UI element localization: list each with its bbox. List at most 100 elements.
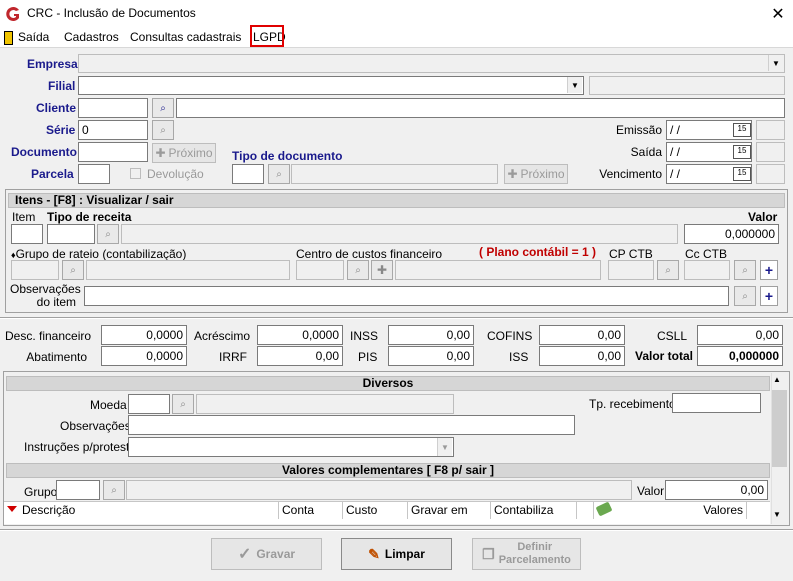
tipo-documento-input[interactable] — [232, 164, 264, 184]
limpar-label: Limpar — [384, 547, 425, 561]
desc-financeiro-label: Desc. financeiro — [5, 329, 92, 343]
menu-consultas-cadastrais[interactable]: Consultas cadastrais — [130, 30, 241, 44]
grid-col-descricao[interactable]: Descrição — [19, 502, 279, 519]
cp-ctb-input[interactable] — [608, 260, 654, 280]
grupo-rateio-search-button[interactable]: ⌕ — [62, 260, 84, 280]
instrucoes-protesto-select[interactable] — [128, 437, 454, 457]
moeda-input[interactable] — [128, 394, 170, 414]
proximo-button[interactable]: ✚ Próximo — [152, 143, 216, 163]
emissao-extra — [756, 120, 785, 140]
centro-custos-input[interactable] — [296, 260, 344, 280]
empresa-select[interactable] — [78, 54, 785, 73]
cliente-input[interactable] — [78, 98, 148, 118]
pis-input[interactable]: 0,00 — [388, 346, 474, 366]
observacoes-item-input[interactable] — [84, 286, 729, 306]
valor-total-input: 0,000000 — [697, 346, 783, 366]
exit-door-icon — [4, 31, 13, 45]
diversos-header: Diversos — [6, 376, 770, 391]
grid-col-blank[interactable] — [577, 502, 594, 519]
grupo-input[interactable] — [56, 480, 100, 500]
binoculars-icon: ⌕ — [111, 484, 117, 496]
grid-col-gravar-em[interactable]: Gravar em — [408, 502, 491, 519]
cc-ctb-input[interactable] — [684, 260, 730, 280]
binoculars-icon: ⌕ — [160, 124, 166, 136]
cliente-search-button[interactable]: ⌕ — [152, 98, 174, 118]
proximo-label: Próximo — [168, 146, 213, 160]
moeda-description — [196, 394, 454, 414]
saida-extra — [756, 142, 785, 162]
window-title: CRC - Inclusão de Documentos — [27, 6, 196, 20]
separator — [0, 317, 793, 319]
vencimento-extra — [756, 164, 785, 184]
cofins-input[interactable]: 0,00 — [539, 325, 625, 345]
csll-label: CSLL — [657, 329, 688, 343]
observacoes-input[interactable] — [128, 415, 575, 435]
proximo-tipo-button[interactable]: ✚ Próximo — [504, 164, 568, 184]
abatimento-label: Abatimento — [26, 350, 87, 364]
valor-complementar-input[interactable]: 0,00 — [665, 480, 768, 500]
limpar-button[interactable]: ✎ Limpar — [341, 538, 452, 570]
calendar-icon[interactable]: 15 — [733, 145, 751, 159]
chevron-down-icon[interactable]: ▼ — [768, 55, 783, 71]
scroll-up-icon[interactable]: ▲ — [773, 375, 781, 384]
csll-input[interactable]: 0,00 — [697, 325, 783, 345]
grupo-search-button[interactable]: ⌕ — [103, 480, 125, 500]
lgpd-highlight — [250, 25, 284, 47]
grid-col-contabiliza[interactable]: Contabiliza — [491, 502, 577, 519]
definir-parcelamento-button[interactable]: ❐ Definir Parcelamento — [472, 538, 581, 570]
irrf-input[interactable]: 0,00 — [257, 346, 343, 366]
gravar-button[interactable]: ✓ Gravar — [211, 538, 322, 570]
binoculars-icon: ⌕ — [742, 290, 748, 302]
item-input[interactable] — [11, 224, 43, 244]
plus-icon: ✚ — [507, 167, 518, 181]
parcela-input[interactable] — [78, 164, 110, 184]
cliente-name — [176, 98, 785, 118]
cc-ctb-add-icon[interactable]: + — [760, 260, 778, 280]
inss-input[interactable]: 0,00 — [388, 325, 474, 345]
grid-col-conta[interactable]: Conta — [279, 502, 343, 519]
moeda-search-button[interactable]: ⌕ — [172, 394, 194, 414]
observacoes-add-icon[interactable]: + — [760, 286, 778, 306]
tipo-documento-search-button[interactable]: ⌕ — [268, 164, 290, 184]
centro-custos-add-button[interactable]: ✚ — [371, 260, 393, 280]
scrollbar-thumb[interactable] — [772, 390, 787, 467]
grid-col-custo[interactable]: Custo — [343, 502, 408, 519]
tipo-receita-label: Tipo de receita — [47, 210, 132, 224]
documento-input[interactable] — [78, 142, 148, 162]
valor-input[interactable]: 0,000000 — [684, 224, 779, 244]
calendar-icon[interactable]: 15 — [733, 123, 751, 137]
binoculars-icon: ⌕ — [70, 264, 76, 276]
binoculars-icon: ⌕ — [742, 264, 748, 276]
tipo-receita-search-button[interactable]: ⌕ — [97, 224, 119, 244]
calendar-icon[interactable]: 15 — [733, 167, 751, 181]
abatimento-input[interactable]: 0,0000 — [101, 346, 187, 366]
menu-cadastros[interactable]: Cadastros — [64, 30, 119, 44]
close-icon[interactable]: ✕ — [768, 4, 788, 24]
serie-input[interactable]: 0 — [78, 120, 148, 140]
binoculars-icon: ⌕ — [160, 102, 166, 114]
emissao-label: Emissão — [615, 123, 662, 137]
itens-header: Itens - [F8] : Visualizar / sair — [8, 193, 785, 208]
scroll-down-icon[interactable]: ▼ — [773, 510, 781, 519]
observacoes-search-button[interactable]: ⌕ — [734, 286, 756, 306]
serie-search-button[interactable]: ⌕ — [152, 120, 174, 140]
centro-custos-search-button[interactable]: ⌕ — [347, 260, 369, 280]
checkmark-icon: ✓ — [237, 546, 252, 563]
tp-recebimento-input[interactable] — [672, 393, 761, 413]
eraser-icon: ✎ — [368, 545, 380, 562]
tipo-receita-input[interactable] — [47, 224, 95, 244]
chevron-down-icon[interactable]: ▼ — [437, 438, 452, 456]
chevron-down-icon[interactable]: ▼ — [567, 77, 582, 93]
binoculars-icon: ⌕ — [665, 264, 671, 276]
binoculars-icon: ⌕ — [276, 168, 282, 180]
iss-input[interactable]: 0,00 — [539, 346, 625, 366]
menu-saida[interactable]: Saída — [18, 30, 49, 44]
desc-financeiro-input[interactable]: 0,0000 — [101, 325, 187, 345]
filial-select[interactable] — [78, 76, 584, 95]
acrescimo-input[interactable]: 0,0000 — [257, 325, 343, 345]
devolucao-checkbox[interactable] — [130, 168, 141, 179]
grupo-rateio-input[interactable] — [11, 260, 59, 280]
cp-ctb-search-button[interactable]: ⌕ — [657, 260, 679, 280]
grid-col-valores[interactable]: Valores — [611, 502, 747, 519]
cc-ctb-search-button[interactable]: ⌕ — [734, 260, 756, 280]
